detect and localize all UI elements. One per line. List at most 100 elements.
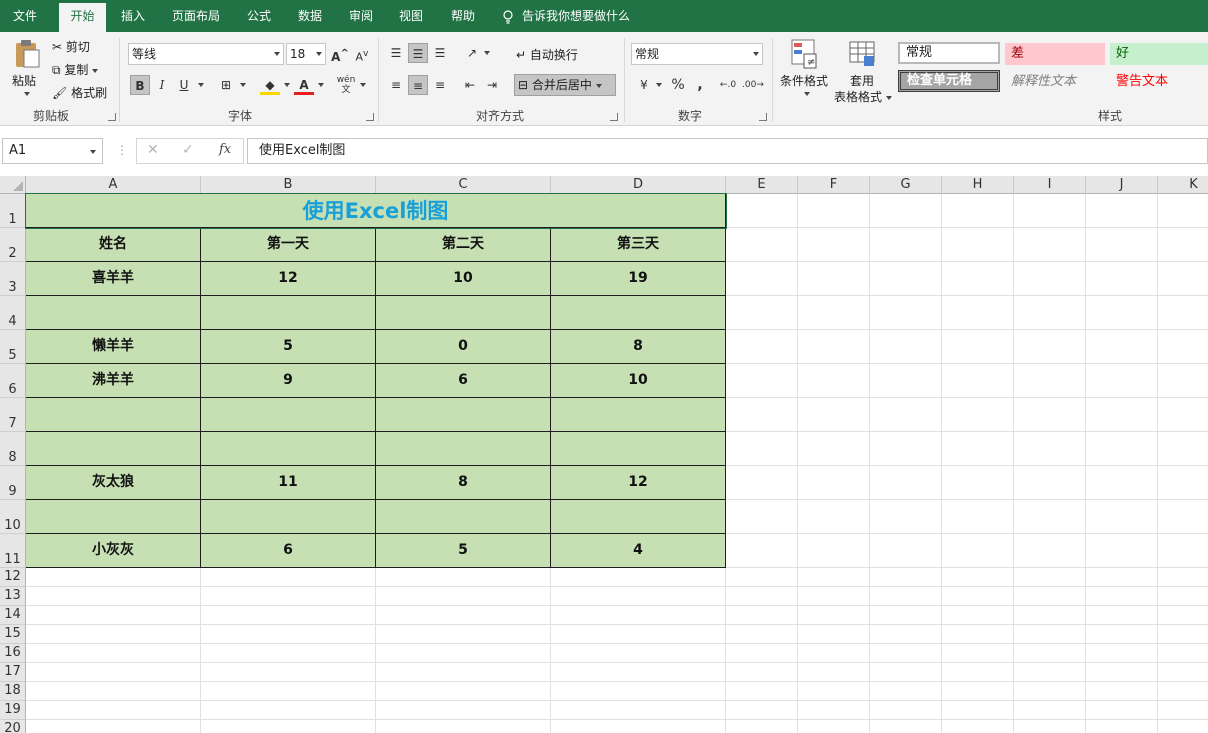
menu-help[interactable]: 帮助 bbox=[440, 0, 486, 32]
table-cell[interactable]: 第一天 bbox=[201, 228, 376, 262]
menu-formulas[interactable]: 公式 bbox=[236, 0, 282, 32]
paste-button[interactable]: 粘贴 bbox=[12, 72, 36, 89]
row-header-5[interactable]: 5 bbox=[0, 330, 26, 364]
percent-button[interactable]: % bbox=[668, 75, 688, 95]
italic-button[interactable]: I bbox=[152, 75, 172, 95]
table-cell[interactable]: 8 bbox=[376, 466, 551, 500]
table-cell[interactable]: 第二天 bbox=[376, 228, 551, 262]
align-middle-button[interactable]: ☰ bbox=[408, 43, 428, 63]
column-header-d[interactable]: D bbox=[551, 176, 726, 194]
column-header-a[interactable]: A bbox=[26, 176, 201, 194]
table-cell[interactable]: 懒羊羊 bbox=[26, 330, 201, 364]
row-header-11[interactable]: 11 bbox=[0, 534, 26, 568]
table-cell[interactable] bbox=[26, 296, 201, 330]
menu-home[interactable]: 开始 bbox=[59, 3, 106, 32]
cut-button[interactable]: ✂ 剪切 bbox=[52, 38, 90, 55]
select-all-corner[interactable] bbox=[0, 176, 26, 194]
decrease-indent-button[interactable]: ⇤ bbox=[460, 75, 480, 95]
table-format-dropdown-icon[interactable] bbox=[885, 95, 892, 100]
row-header-3[interactable]: 3 bbox=[0, 262, 26, 296]
align-top-button[interactable]: ☰ bbox=[386, 43, 406, 63]
table-cell[interactable] bbox=[26, 398, 201, 432]
style-good[interactable]: 好 bbox=[1110, 43, 1208, 65]
currency-button[interactable]: ¥ bbox=[634, 75, 654, 95]
align-left-button[interactable]: ≡ bbox=[386, 75, 406, 95]
row-header-16[interactable]: 16 bbox=[0, 644, 26, 663]
column-header-c[interactable]: C bbox=[376, 176, 551, 194]
decrease-decimal-button[interactable]: .00→ bbox=[742, 75, 764, 95]
insert-function-icon[interactable]: fx bbox=[219, 142, 231, 157]
style-normal[interactable]: 常规 bbox=[898, 42, 1000, 64]
column-header-b[interactable]: B bbox=[201, 176, 376, 194]
column-header-g[interactable]: G bbox=[870, 176, 942, 194]
row-header-10[interactable]: 10 bbox=[0, 500, 26, 534]
menu-page-layout[interactable]: 页面布局 bbox=[164, 0, 228, 32]
cancel-icon[interactable]: ✕ bbox=[147, 142, 159, 158]
clipboard-launcher-icon[interactable] bbox=[108, 113, 116, 121]
merge-dropdown-icon[interactable] bbox=[595, 83, 602, 88]
currency-dropdown-icon[interactable] bbox=[656, 83, 662, 87]
row-header-6[interactable]: 6 bbox=[0, 364, 26, 398]
conditional-dropdown-icon[interactable] bbox=[804, 92, 810, 96]
fill-color-button[interactable]: ◆ bbox=[260, 75, 280, 95]
row-header-2[interactable]: 2 bbox=[0, 228, 26, 262]
column-header-f[interactable]: F bbox=[798, 176, 870, 194]
font-name-select[interactable]: 等线 bbox=[128, 43, 284, 65]
borders-button[interactable]: ⊞ bbox=[216, 75, 236, 95]
bold-button[interactable]: B bbox=[130, 75, 150, 95]
table-format-line1[interactable]: 套用 bbox=[850, 72, 874, 89]
table-cell[interactable]: 4 bbox=[551, 534, 726, 568]
align-right-button[interactable]: ≡ bbox=[430, 75, 450, 95]
name-box-dropdown-icon[interactable] bbox=[90, 150, 96, 154]
align-bottom-button[interactable]: ☰ bbox=[430, 43, 450, 63]
style-bad[interactable]: 差 bbox=[1005, 43, 1105, 65]
table-cell[interactable]: 5 bbox=[201, 330, 376, 364]
menu-view[interactable]: 视图 bbox=[388, 0, 434, 32]
table-cell[interactable]: 10 bbox=[551, 364, 726, 398]
table-cell[interactable] bbox=[201, 296, 376, 330]
menu-data[interactable]: 数据 bbox=[287, 0, 333, 32]
comma-button[interactable]: , bbox=[690, 75, 710, 95]
table-cell[interactable] bbox=[551, 398, 726, 432]
table-cell[interactable]: 6 bbox=[201, 534, 376, 568]
table-cell[interactable]: 5 bbox=[376, 534, 551, 568]
grow-font-button[interactable]: A^ bbox=[330, 44, 350, 64]
style-warning[interactable]: 警告文本 bbox=[1110, 71, 1208, 93]
table-cell[interactable] bbox=[551, 432, 726, 466]
orientation-button[interactable]: ↗ bbox=[462, 43, 482, 63]
table-cell[interactable]: 0 bbox=[376, 330, 551, 364]
borders-dropdown-icon[interactable] bbox=[240, 83, 246, 87]
increase-decimal-button[interactable]: ←.0 bbox=[718, 75, 738, 95]
name-box[interactable]: A1 bbox=[2, 138, 103, 164]
table-cell[interactable]: 9 bbox=[201, 364, 376, 398]
row-header-14[interactable]: 14 bbox=[0, 606, 26, 625]
format-painter-button[interactable]: 🖌 格式刷 bbox=[52, 84, 107, 101]
table-cell[interactable] bbox=[551, 296, 726, 330]
font-launcher-icon[interactable] bbox=[366, 113, 374, 121]
table-cell[interactable]: 8 bbox=[551, 330, 726, 364]
style-check-cell[interactable]: 检查单元格 bbox=[898, 70, 1000, 92]
tell-me-search[interactable]: 告诉我你想要做什么 bbox=[502, 0, 630, 32]
row-header-7[interactable]: 7 bbox=[0, 398, 26, 432]
table-cell[interactable] bbox=[26, 500, 201, 534]
table-cell[interactable]: 11 bbox=[201, 466, 376, 500]
table-format-button[interactable]: 表格格式 bbox=[834, 88, 892, 105]
copy-button[interactable]: ⧉ 复制 bbox=[52, 61, 99, 78]
align-center-button[interactable]: ≡ bbox=[408, 75, 428, 95]
alignment-launcher-icon[interactable] bbox=[610, 113, 618, 121]
table-cell[interactable] bbox=[201, 432, 376, 466]
row-header-17[interactable]: 17 bbox=[0, 663, 26, 682]
table-cell[interactable]: 灰太狼 bbox=[26, 466, 201, 500]
column-header-h[interactable]: H bbox=[942, 176, 1014, 194]
row-header-15[interactable]: 15 bbox=[0, 625, 26, 644]
phonetic-dropdown-icon[interactable] bbox=[360, 83, 366, 87]
table-cell[interactable]: 12 bbox=[201, 262, 376, 296]
row-header-4[interactable]: 4 bbox=[0, 296, 26, 330]
underline-dropdown-icon[interactable] bbox=[198, 83, 204, 87]
menu-insert[interactable]: 插入 bbox=[110, 0, 156, 32]
table-cell[interactable] bbox=[26, 432, 201, 466]
table-cell[interactable]: 沸羊羊 bbox=[26, 364, 201, 398]
phonetic-button[interactable]: wén 文 bbox=[336, 75, 356, 95]
row-header-9[interactable]: 9 bbox=[0, 466, 26, 500]
row-header-8[interactable]: 8 bbox=[0, 432, 26, 466]
